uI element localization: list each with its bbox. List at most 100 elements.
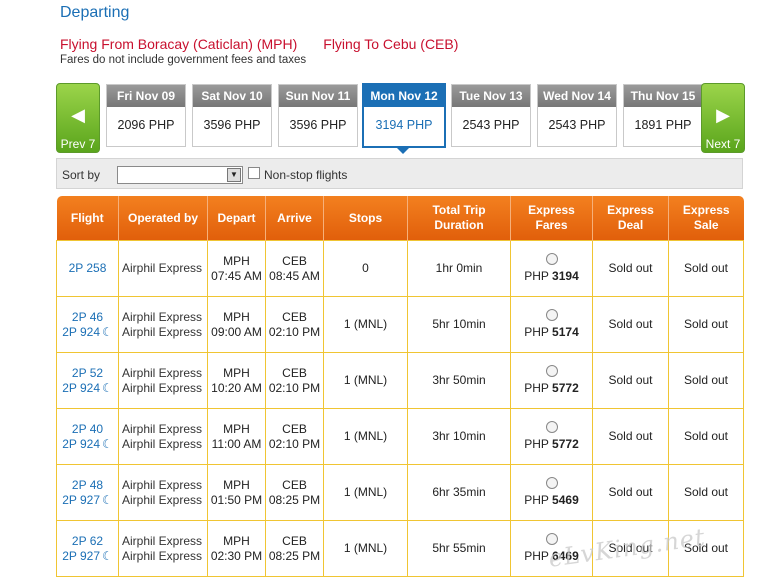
flight-number-link[interactable]: 2P 927	[62, 549, 100, 563]
arrive-code: CEB	[282, 421, 307, 436]
depart-code: MPH	[223, 477, 250, 492]
fare-radio[interactable]	[545, 421, 558, 433]
arrive-code: CEB	[282, 477, 307, 492]
flight-number-link[interactable]: 2P 40	[57, 422, 118, 437]
table-row: 2P 258 Airphil Express MPH 07:45 AM CEB 08:45…	[56, 240, 744, 297]
duration-cell: 3hr 10min	[407, 408, 511, 465]
left-arrow-icon: ◀	[71, 105, 85, 125]
arrive-code: CEB	[282, 365, 307, 380]
date-tab[interactable]: Wed Nov 14 2543 PHP	[537, 84, 617, 147]
date-tab-selected[interactable]: Mon Nov 12 3194 PHP	[362, 83, 446, 148]
date-tab[interactable]: Sat Nov 10 3596 PHP	[192, 84, 272, 147]
arrive-cell: CEB 02:10 PM	[265, 296, 324, 353]
date-tab[interactable]: Tue Nov 13 2543 PHP	[451, 84, 531, 147]
date-tab-price: 3596 PHP	[203, 118, 261, 132]
flight-number-link[interactable]: 2P 924	[62, 325, 100, 339]
date-tab[interactable]: Thu Nov 15 1891 PHP	[623, 84, 703, 147]
date-tab[interactable]: Sun Nov 11 3596 PHP	[278, 84, 358, 147]
flight-cell: 2P 48 2P 927 ☾	[56, 464, 119, 521]
flight-number-link[interactable]: 2P 62	[57, 534, 118, 549]
arrive-time: 08:25 PM	[268, 492, 321, 507]
depart-code: MPH	[223, 309, 250, 324]
express-fare-cell: PHP 5772	[510, 408, 593, 465]
arrive-time: 08:45 AM	[269, 268, 320, 283]
moon-icon: ☾	[102, 324, 113, 339]
right-arrow-icon: ▶	[716, 105, 730, 125]
flight-cell: 2P 40 2P 924 ☾	[56, 408, 119, 465]
express-fare-cell: PHP 5469	[510, 464, 593, 521]
table-row: 2P 48 2P 927 ☾ Airphil Express Airphil Expre…	[56, 464, 744, 521]
date-tab-price: 2096 PHP	[117, 118, 175, 132]
depart-time: 09:00 AM	[211, 324, 262, 339]
operator-name: Airphil Express	[122, 421, 203, 436]
col-depart: Depart	[207, 196, 266, 241]
fare-radio[interactable]	[545, 477, 558, 489]
fare-amount: 5772	[552, 381, 579, 395]
table-row: 2P 52 2P 924 ☾ Airphil Express Airphil Expre…	[56, 352, 744, 409]
chevron-down-icon[interactable]: ▼	[227, 168, 241, 182]
fare-currency: PHP	[524, 325, 549, 339]
date-tab-label: Thu Nov 15	[624, 85, 702, 107]
sort-select[interactable]: ▼	[117, 166, 243, 184]
operator-name: Airphil Express	[122, 436, 203, 451]
arrive-code: CEB	[282, 309, 307, 324]
duration-cell: 1hr 0min	[407, 240, 511, 297]
express-sale-cell: Sold out	[668, 408, 744, 465]
flight-number-link[interactable]: 2P 46	[57, 310, 118, 325]
operator-name: Airphil Express	[122, 533, 203, 548]
date-tab-label: Mon Nov 12	[364, 85, 444, 107]
flight-number-link[interactable]: 2P 927	[62, 493, 100, 507]
stops-cell: 1 (MNL)	[323, 296, 408, 353]
duration-cell: 5hr 10min	[407, 296, 511, 353]
date-tab-label: Fri Nov 09	[107, 85, 185, 107]
sort-bar: Sort by ▼ Non-stop flights	[56, 158, 743, 189]
prev-7-label: Prev 7	[60, 137, 96, 151]
fare-currency: PHP	[524, 269, 549, 283]
express-deal-cell: Sold out	[592, 464, 669, 521]
fare-note: Fares do not include government fees and…	[60, 54, 307, 66]
operator-name: Airphil Express	[122, 324, 203, 339]
next-7-button[interactable]: ▶ Next 7	[701, 83, 745, 153]
arrive-code: CEB	[282, 253, 307, 268]
operator-cell: Airphil Express Airphil Express	[118, 296, 208, 353]
express-sale-cell: Sold out	[668, 464, 744, 521]
col-flight: Flight	[56, 196, 119, 241]
express-deal-cell: Sold out	[592, 408, 669, 465]
arrive-time: 02:10 PM	[268, 380, 321, 395]
date-tab[interactable]: Fri Nov 09 2096 PHP	[106, 84, 186, 147]
nonstop-checkbox[interactable]	[248, 167, 260, 179]
flight-cell: 2P 258	[56, 240, 119, 297]
express-deal-cell: Sold out	[592, 352, 669, 409]
duration-cell: 6hr 35min	[407, 464, 511, 521]
depart-time: 01:50 PM	[210, 492, 263, 507]
moon-icon: ☾	[102, 492, 113, 507]
fare-radio[interactable]	[545, 365, 558, 377]
fare-amount: 5772	[552, 437, 579, 451]
operator-name: Airphil Express	[122, 477, 203, 492]
prev-7-button[interactable]: ◀ Prev 7	[56, 83, 100, 153]
flight-number-link[interactable]: 2P 52	[57, 366, 118, 381]
fare-currency: PHP	[524, 493, 549, 507]
depart-code: MPH	[223, 365, 250, 380]
flight-number-link[interactable]: 2P 924	[62, 381, 100, 395]
fare-amount: 3194	[552, 269, 579, 283]
fare-currency: PHP	[524, 549, 549, 563]
depart-cell: MPH 01:50 PM	[207, 464, 266, 521]
date-tab-label: Sun Nov 11	[279, 85, 357, 107]
arrive-time: 08:25 PM	[268, 548, 321, 563]
operator-cell: Airphil Express Airphil Express	[118, 520, 208, 577]
moon-icon: ☾	[102, 548, 113, 563]
date-tab-price: 3194 PHP	[375, 118, 433, 132]
depart-time: 10:20 AM	[211, 380, 262, 395]
fare-currency: PHP	[524, 381, 549, 395]
col-operated-by: Operated by	[118, 196, 208, 241]
flight-number-link[interactable]: 2P 924	[62, 437, 100, 451]
fare-radio[interactable]	[545, 253, 558, 265]
fare-radio[interactable]	[545, 309, 558, 321]
operator-name: Airphil Express	[122, 492, 203, 507]
flying-to: Flying To Cebu (CEB)	[323, 36, 459, 52]
flight-number-link[interactable]: 2P 48	[57, 478, 118, 493]
flight-number-link[interactable]: 2P 258	[57, 261, 118, 276]
express-fare-cell: PHP 5174	[510, 296, 593, 353]
depart-code: MPH	[223, 421, 250, 436]
